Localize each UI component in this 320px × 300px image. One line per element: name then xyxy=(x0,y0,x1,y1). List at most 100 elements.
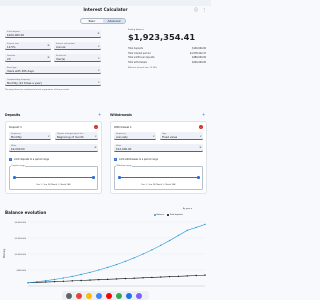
delete-withdrawal-icon[interactable]: – xyxy=(199,125,203,129)
clear-icon[interactable]: ⊗ xyxy=(47,44,49,47)
compounding-value: Monthly (12 times a year) xyxy=(7,81,42,86)
total-deposits-point[interactable] xyxy=(204,274,206,276)
total-deposits-point[interactable] xyxy=(106,278,109,281)
balance-point[interactable] xyxy=(53,278,56,281)
withdrawal-value: $12,000.00 xyxy=(116,147,132,152)
deposit-value-field[interactable]: Value $2,000.00 ⊗ xyxy=(9,144,98,152)
add-icon[interactable]: + xyxy=(98,112,101,117)
withdrawal-frequency-select[interactable]: Frequency Annually ▾ xyxy=(114,132,156,140)
status-bar xyxy=(0,0,211,6)
deposit-range-start-handle[interactable] xyxy=(13,176,16,179)
balance-point[interactable] xyxy=(168,239,171,242)
balance-point[interactable] xyxy=(133,257,135,259)
balance-point[interactable] xyxy=(45,280,47,282)
total-deposits-point[interactable] xyxy=(160,276,162,278)
chrome-icon[interactable] xyxy=(86,292,92,299)
taskbar-icons xyxy=(66,292,142,299)
total-deposits-point[interactable] xyxy=(133,277,135,279)
balance-point[interactable] xyxy=(195,226,197,229)
deposit-range-track[interactable] xyxy=(14,177,93,178)
balance-point[interactable] xyxy=(71,275,73,278)
add-icon[interactable]: + xyxy=(202,112,205,117)
chevron-down-icon: ▾ xyxy=(191,208,193,210)
clear-icon[interactable]: ⊗ xyxy=(97,32,99,35)
y-tick-label: $2,000,000 xyxy=(15,221,27,224)
duration-unit-select[interactable]: Period unit Year(s) ▾ xyxy=(54,54,101,62)
total-deposits-point[interactable] xyxy=(151,276,153,279)
balance-point[interactable] xyxy=(62,277,65,279)
total-deposits-point[interactable] xyxy=(98,279,100,281)
balance-point[interactable] xyxy=(89,271,91,274)
total-deposits-point[interactable] xyxy=(142,277,144,279)
withdraw-range-label: Withdraw range xyxy=(116,165,133,167)
balance-point[interactable] xyxy=(27,282,29,284)
files-icon[interactable] xyxy=(96,292,102,299)
play-store-icon[interactable] xyxy=(126,292,132,299)
balance-point[interactable] xyxy=(160,244,162,247)
deposit-frequency-select[interactable]: Frequency Monthly ▾ xyxy=(9,132,51,140)
balance-point[interactable] xyxy=(36,281,38,283)
compounding-select[interactable]: Compounding frequency Monthly (12 times … xyxy=(5,78,101,86)
tab-advanced[interactable]: Advanced xyxy=(103,19,125,23)
withdrawal-value-field[interactable]: Value $12,000.00 ⊗ xyxy=(114,144,203,152)
initial-deposit-field[interactable]: Initial deposit $100,000.00 ⊗ xyxy=(5,30,101,38)
total-deposits-point[interactable] xyxy=(115,278,118,280)
photos-icon[interactable] xyxy=(116,292,122,299)
y-tick-label: $500,000 xyxy=(16,269,26,272)
deposit-range-end-handle[interactable] xyxy=(92,176,95,179)
total-deposits-point[interactable] xyxy=(168,275,171,278)
withdraw-range-end-handle[interactable] xyxy=(197,176,200,179)
youtube-icon[interactable] xyxy=(106,292,112,299)
total-deposits-point[interactable] xyxy=(71,280,73,282)
info-icon[interactable]: ⓘ xyxy=(194,7,198,13)
clear-icon[interactable]: ⊗ xyxy=(47,56,49,59)
calculator-app-icon[interactable] xyxy=(136,292,142,299)
chevron-down-icon: ▾ xyxy=(153,134,155,138)
gmail-icon[interactable] xyxy=(76,292,82,299)
balance-point[interactable] xyxy=(204,223,206,226)
balance-point[interactable] xyxy=(80,273,82,276)
total-deposits-point[interactable] xyxy=(124,277,127,280)
group-by-label: By year xyxy=(183,208,191,210)
deposits-title: Deposits xyxy=(5,113,21,117)
limit-withdrawals-checkbox[interactable]: ✓ xyxy=(114,158,117,161)
deposit-timing-select[interactable]: Deposit at beginning of the... Beginning… xyxy=(55,132,98,140)
total-deposits-point[interactable] xyxy=(177,275,180,277)
balance-line xyxy=(27,224,206,284)
balance-point[interactable] xyxy=(98,269,100,271)
balance-point[interactable] xyxy=(142,253,144,255)
clear-icon[interactable]: ⊗ xyxy=(199,146,201,149)
balance-point[interactable] xyxy=(124,260,127,263)
balance-point[interactable] xyxy=(186,229,188,232)
balance-point[interactable] xyxy=(106,266,109,269)
total-deposits-point[interactable] xyxy=(89,279,91,281)
interest-rate-field[interactable]: Interest rate 12.5% ⊗ xyxy=(5,42,51,50)
balance-point[interactable] xyxy=(177,234,180,237)
deposit-value: $2,000.00 xyxy=(11,147,25,152)
more-vert-icon[interactable]: ⋮ xyxy=(202,7,206,12)
total-deposits-point[interactable] xyxy=(45,281,47,283)
rate-period-select[interactable]: Interest rate period Annual ▾ xyxy=(54,42,101,50)
withdraw-range-track[interactable] xyxy=(119,177,198,178)
delete-deposit-icon[interactable]: – xyxy=(94,125,98,129)
balance-point[interactable] xyxy=(115,263,118,266)
withdrawal-frequency-value: Annually xyxy=(116,135,128,140)
duration-field[interactable]: Duration 20 ⊗ xyxy=(5,54,51,62)
total-deposits-point[interactable] xyxy=(80,279,82,282)
withdraw-range-start-handle[interactable] xyxy=(118,176,121,179)
tab-basic[interactable]: Basic xyxy=(81,19,103,23)
balance-point[interactable] xyxy=(151,249,153,251)
group-by-select[interactable]: By year ▾ xyxy=(183,208,192,210)
deposit-card-title: Deposit 1 xyxy=(9,125,22,129)
total-deposits-point[interactable] xyxy=(186,275,188,277)
total-deposits-point[interactable] xyxy=(195,274,197,277)
withdrawal-type-select[interactable]: Type Fixed value ▾ xyxy=(160,132,203,140)
limit-deposits-checkbox[interactable]: ✓ xyxy=(9,158,12,161)
total-deposits-point[interactable] xyxy=(53,280,56,283)
clear-icon[interactable]: ⊗ xyxy=(94,146,96,149)
start-type-select[interactable]: Start type Years with 365 days ▾ xyxy=(5,66,101,74)
apps-icon[interactable] xyxy=(66,292,72,299)
limit-deposits-label: Limit deposits to a period range xyxy=(14,158,49,161)
y-tick-label: $1,000,000 xyxy=(15,253,27,256)
total-deposits-point[interactable] xyxy=(62,280,65,282)
